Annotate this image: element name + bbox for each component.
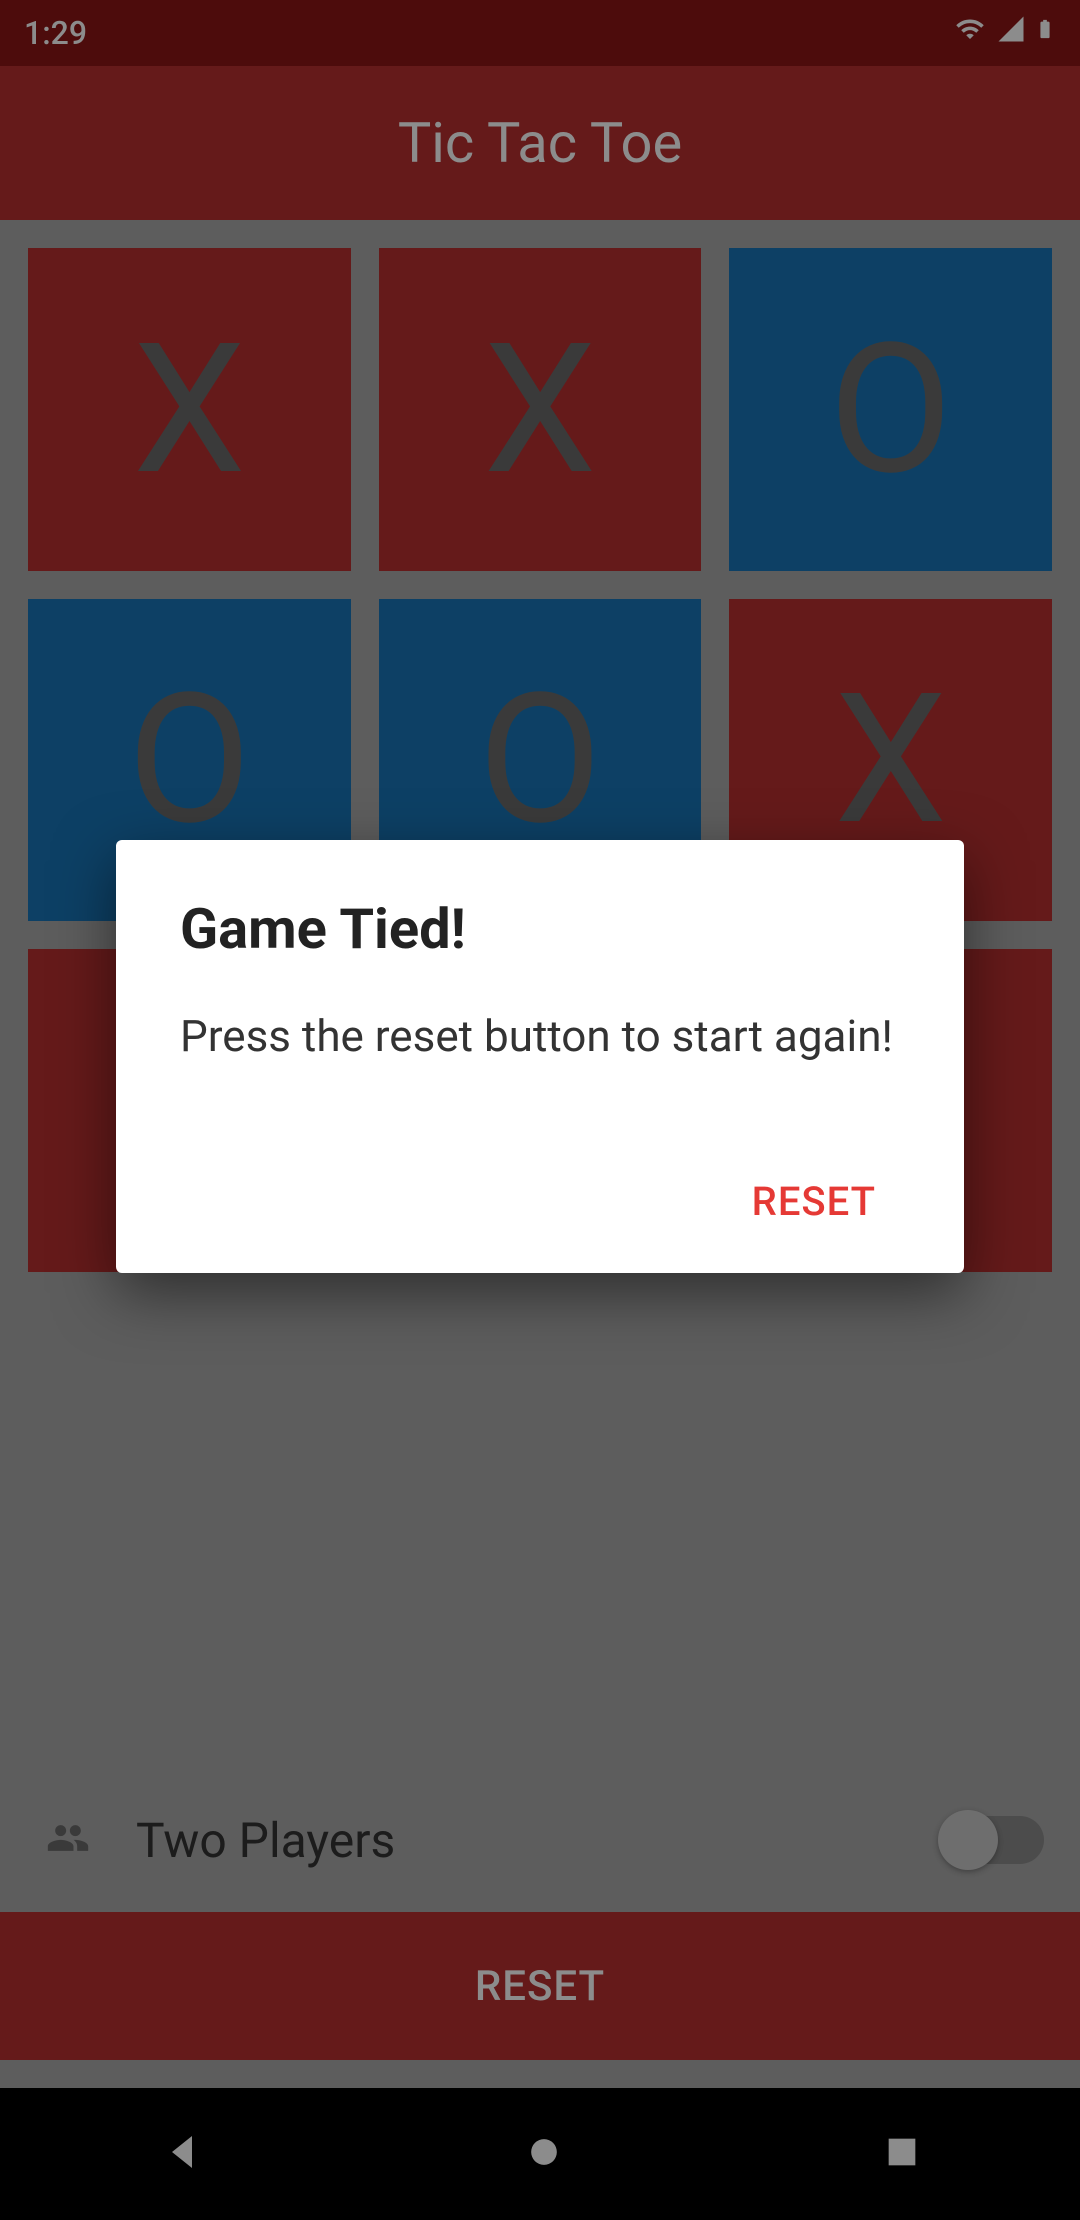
dialog-title: Game Tied!	[180, 896, 900, 962]
game-result-dialog: Game Tied! Press the reset button to sta…	[116, 840, 964, 1273]
dialog-reset-button[interactable]: RESET	[728, 1162, 900, 1241]
dialog-message: Press the reset button to start again!	[180, 1010, 900, 1062]
dialog-actions: RESET	[180, 1162, 900, 1241]
